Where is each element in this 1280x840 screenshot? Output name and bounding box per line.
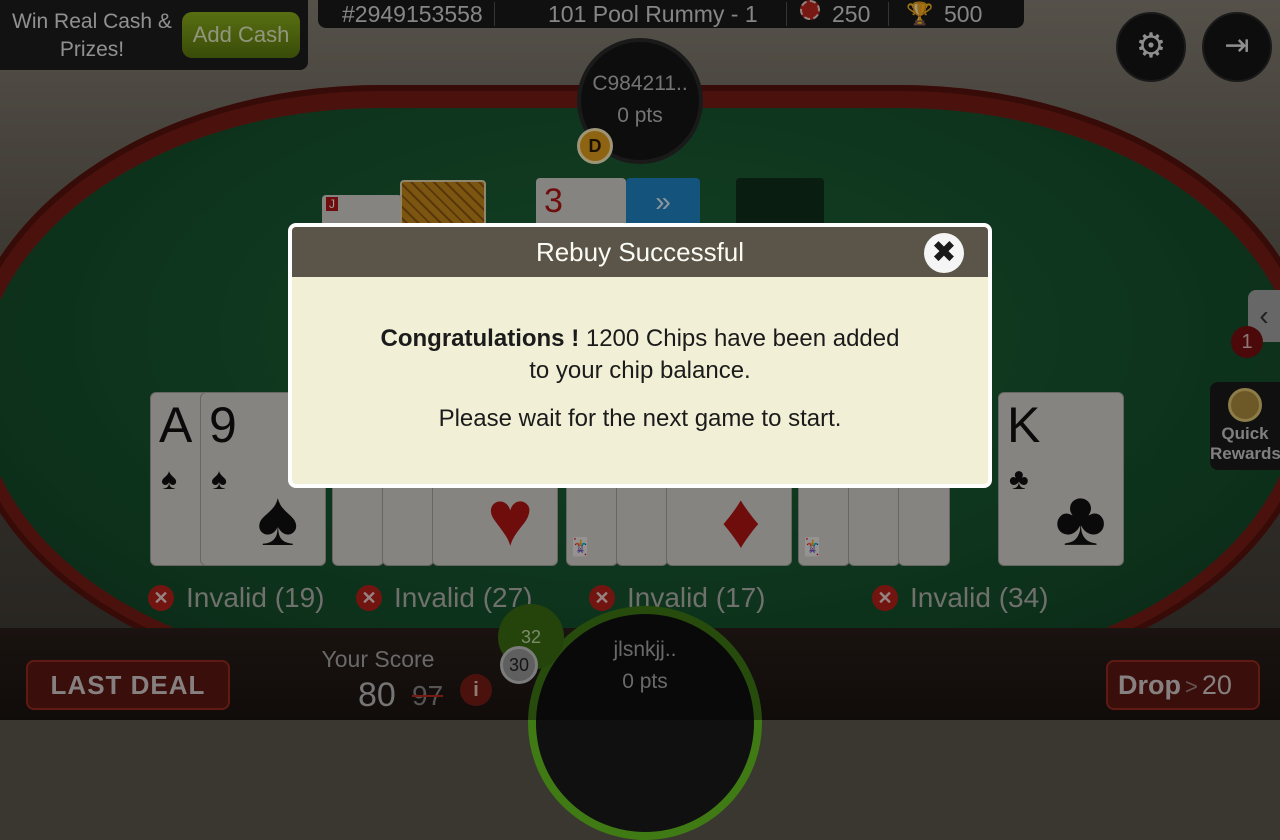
- close-icon[interactable]: ✖: [924, 233, 964, 273]
- dialog-wait-message: Please wait for the next game to start.: [438, 405, 842, 432]
- dialog-message: Congratulations ! 1200 Chips have been a…: [292, 323, 988, 387]
- dialog-title: Rebuy Successful: [535, 237, 745, 267]
- message-bold: Congratulations !: [380, 325, 580, 352]
- message-line2: to your chip balance.: [529, 357, 751, 384]
- dialog-header: Rebuy Successful ✖: [292, 227, 988, 277]
- rebuy-dialog: Rebuy Successful ✖ Congratulations ! 120…: [288, 223, 992, 488]
- message-line1: 1200 Chips have been added: [585, 325, 900, 352]
